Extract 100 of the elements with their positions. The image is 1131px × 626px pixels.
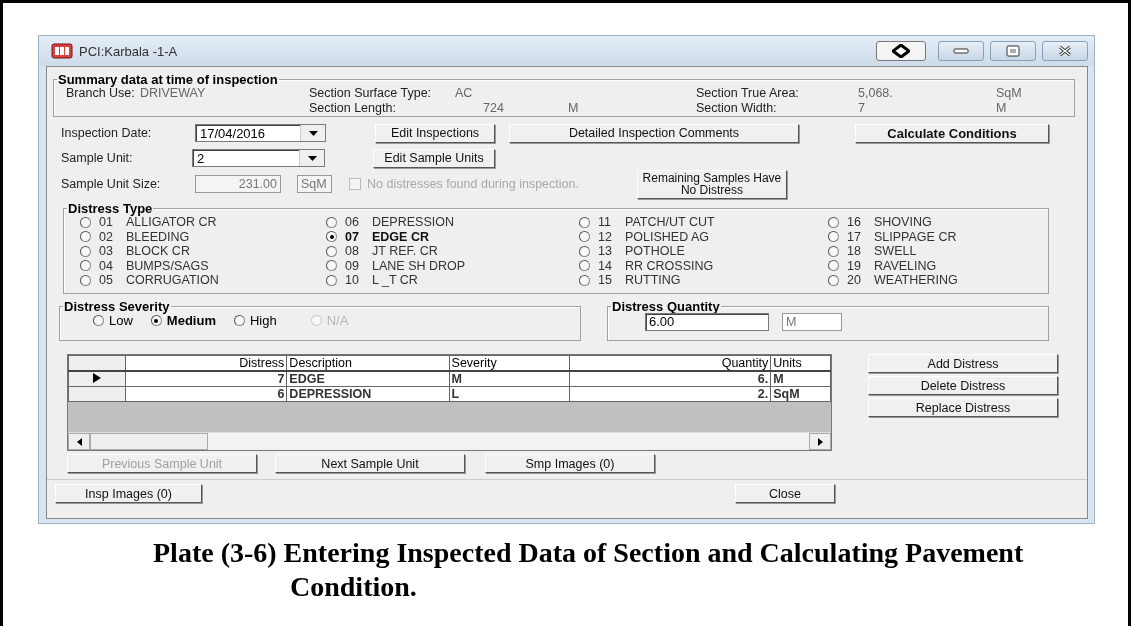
option-code: 07 <box>345 229 360 244</box>
unit-field[interactable]: SqM <box>297 175 332 193</box>
edit-inspections-button[interactable]: Edit Inspections <box>375 123 495 143</box>
dropdown-arrow-icon <box>308 130 318 136</box>
sample-nav-button[interactable]: Smp Images (0) <box>485 454 655 473</box>
calculate-button[interactable]: Calculate Conditions <box>855 123 1049 143</box>
edit-sample-units-button[interactable]: Edit Sample Units <box>373 148 495 168</box>
maximize-button[interactable] <box>990 41 1036 61</box>
minimize-button[interactable] <box>938 41 984 61</box>
unit-field[interactable]: M <box>782 313 842 331</box>
option-code: 01 <box>99 215 114 230</box>
option-code: 08 <box>345 244 360 259</box>
option-code: 17 <box>847 229 862 244</box>
radio-button[interactable] <box>579 274 590 286</box>
remaining-samples-button[interactable]: Remaining Samples Have No Distress <box>636 169 787 199</box>
column-header[interactable]: Severity <box>449 355 570 371</box>
comments-button[interactable]: Detailed Inspection Comments <box>509 123 799 143</box>
row-header <box>68 355 126 371</box>
table-cell: 7 <box>125 371 287 387</box>
radio-button[interactable] <box>326 231 337 243</box>
field-label: Branch Use: <box>66 86 136 101</box>
field-value: 7 <box>858 101 866 116</box>
dropdown[interactable]: 17/04/2016 <box>195 124 326 142</box>
column-header[interactable]: Quantity <box>569 355 771 371</box>
distress-button[interactable]: Delete Distress <box>868 376 1058 395</box>
radio-button[interactable] <box>579 260 590 272</box>
app-icon <box>51 43 73 59</box>
radio-button[interactable] <box>579 245 590 257</box>
table-cell: EDGE <box>286 371 450 387</box>
field-value: 724 <box>482 101 505 116</box>
option-label: BUMPS/SAGS <box>126 258 209 273</box>
option-label: SWELL <box>874 244 917 259</box>
option-label: SHOVING <box>874 215 932 230</box>
radio-button[interactable] <box>80 216 91 228</box>
option-code: 04 <box>99 258 114 273</box>
figure-caption: Plate (3-6) Entering Inspected Data of Section and Calculating Pavement Condition. <box>153 536 1025 604</box>
radio-button[interactable] <box>326 245 337 257</box>
unit-label: M <box>568 101 580 116</box>
column-header[interactable]: Description <box>286 355 450 371</box>
radio-button[interactable] <box>150 315 162 326</box>
radio-button[interactable] <box>234 315 245 326</box>
radio-button[interactable] <box>828 216 839 228</box>
table-cell: DEPRESSION <box>286 386 450 402</box>
dropdown[interactable]: 2 <box>192 149 325 167</box>
size-field[interactable]: 231.00 <box>195 175 281 193</box>
option-label: High <box>250 313 277 328</box>
option-code: 14 <box>598 258 613 273</box>
distress-button[interactable]: Add Distress <box>868 354 1058 373</box>
radio-button[interactable] <box>828 231 839 243</box>
radio-button[interactable] <box>828 274 839 286</box>
radio-button[interactable] <box>326 216 337 228</box>
radio-button[interactable] <box>80 231 91 243</box>
horizontal-scrollbar[interactable] <box>68 432 831 450</box>
field-value: AC <box>455 86 474 101</box>
option-code: 09 <box>345 258 360 273</box>
radio-button[interactable] <box>326 274 337 286</box>
option-label: ALLIGATOR CR <box>126 215 217 230</box>
option-code: 20 <box>847 273 862 288</box>
radio-button[interactable] <box>80 245 91 257</box>
radio-button[interactable] <box>828 245 839 257</box>
radio-button[interactable] <box>579 216 590 228</box>
option-code: 03 <box>99 244 114 259</box>
close-dialog-button[interactable]: Close <box>735 484 835 503</box>
radio-button[interactable] <box>579 231 590 243</box>
option-code: 05 <box>99 273 114 288</box>
radio-button[interactable] <box>80 260 91 272</box>
option-code: 06 <box>345 215 360 230</box>
option-label: POTHOLE <box>625 244 685 259</box>
table-cell: M <box>770 371 831 387</box>
option-label: CORRUGATION <box>126 273 219 288</box>
window-title: PCI:Karbala -1-A <box>79 43 178 59</box>
table-cell: L <box>449 386 570 402</box>
scroll-left-icon <box>76 437 82 446</box>
option-code: 12 <box>598 229 613 244</box>
option-label: RR CROSSING <box>625 258 714 273</box>
diamond-icon <box>892 44 910 58</box>
group-title: Distress Severity <box>63 300 171 313</box>
option-label: POLISHED AG <box>625 229 710 244</box>
table-cell: 2. <box>569 386 771 402</box>
radio-button[interactable] <box>326 260 337 272</box>
table-cell: 6. <box>569 371 771 387</box>
radio-button[interactable] <box>828 260 839 272</box>
column-header[interactable]: Distress <box>125 355 287 371</box>
option-label: WEATHERING <box>874 273 958 288</box>
option-label: RAVELING <box>874 258 937 273</box>
table-cell: M <box>449 371 570 387</box>
insp-images-button[interactable]: Insp Images (0) <box>55 484 202 503</box>
radio-button[interactable] <box>93 315 104 326</box>
sample-nav-button[interactable]: Next Sample Unit <box>275 454 465 473</box>
radio-button[interactable] <box>80 274 91 286</box>
field-label: Section Width: <box>696 101 778 116</box>
column-header[interactable]: Units <box>770 355 831 371</box>
field-value: DRIVEWAY <box>140 86 207 101</box>
distress-button[interactable]: Replace Distress <box>868 398 1058 417</box>
close-button[interactable] <box>1042 41 1088 61</box>
quantity-field[interactable]: 6.00 <box>645 313 769 331</box>
diamond-button[interactable] <box>876 41 926 61</box>
option-label: EDGE CR <box>372 229 429 244</box>
field-label: Inspection Date: <box>60 126 153 140</box>
field-value: 5,068. <box>858 86 894 101</box>
